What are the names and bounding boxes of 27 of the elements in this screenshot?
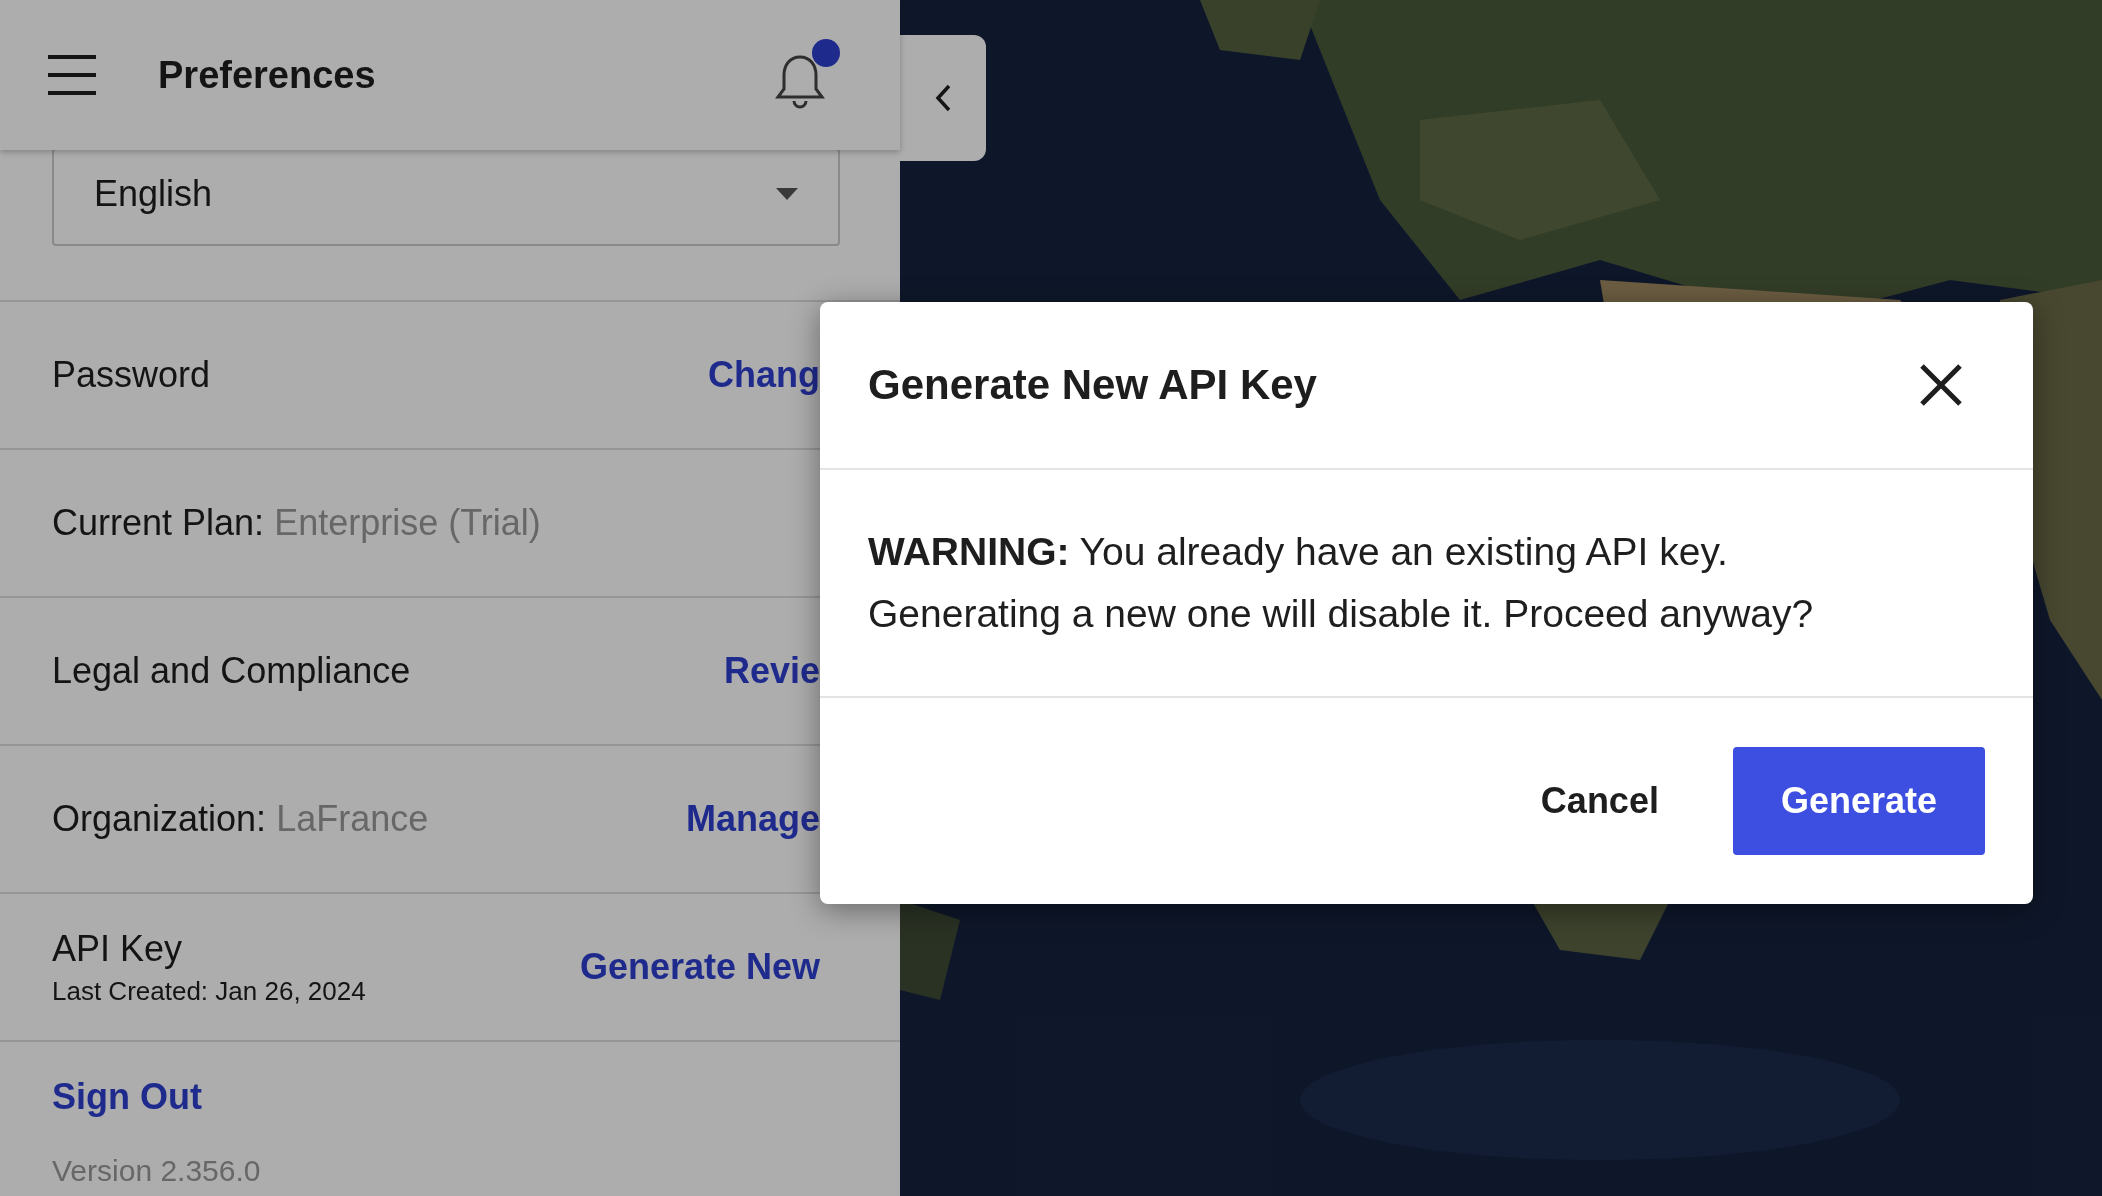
setting-label: Current Plan: Enterprise (Trial) [52,502,541,544]
select-value: English [94,173,213,215]
generate-button[interactable]: Generate [1732,747,1985,855]
menu-icon [46,53,98,97]
page-title: Preferences [158,53,377,97]
cancel-button[interactable]: Cancel [1516,747,1683,855]
setting-subtitle: Last Created: Jan 26, 2024 [52,975,366,1007]
setting-label: Password [52,354,211,396]
setting-link[interactable]: Revie [723,650,820,692]
chevron-left-icon [935,84,951,112]
setting-link[interactable]: Generate New [579,946,820,988]
language-select[interactable]: English [52,150,840,246]
menu-button[interactable] [46,53,98,97]
warning-message: WARNING: You already have an existing API key. Generating a new one will disable it. Proceed anyway? [868,528,1815,637]
bell-icon [774,53,826,111]
dialog-title: Generate New API Key [868,361,1317,409]
close-button[interactable] [1919,363,1963,407]
setting-label: API Key [52,927,184,970]
setting-label: Legal and Compliance [52,650,411,692]
sign-out-link[interactable]: Sign Out [52,1076,202,1118]
setting-label: Organization: LaFrance [52,798,429,840]
notification-button[interactable] [774,39,840,111]
close-icon [1919,363,1963,407]
version-text: Version 2.356.0 [52,1154,262,1188]
setting-link[interactable]: Manage [685,798,820,840]
setting-link[interactable]: Chang [708,354,820,396]
dropdown-caret-icon [776,188,798,200]
